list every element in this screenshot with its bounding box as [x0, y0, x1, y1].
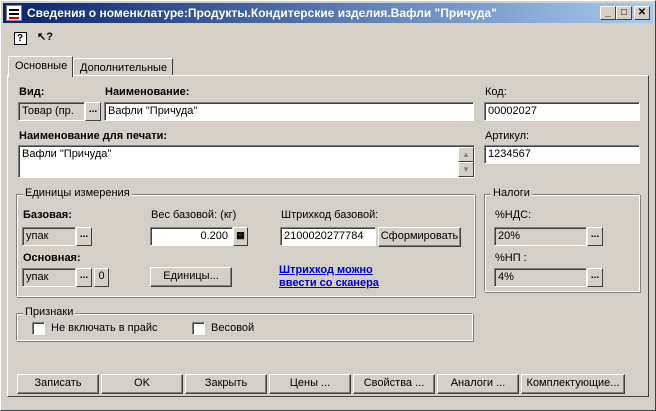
- base-unit-field[interactable]: упак: [22, 227, 76, 246]
- article-input[interactable]: 1234567: [484, 145, 640, 164]
- item-info-window: Сведения о номенклатуре:Продукты.Кондите…: [0, 0, 656, 411]
- weight-input[interactable]: 0.200: [150, 227, 233, 246]
- vid-select-button[interactable]: ...: [85, 102, 101, 121]
- scanner-hint-line1: Штрихкод можно: [279, 264, 373, 276]
- components-button[interactable]: Комплектующие...: [521, 374, 625, 394]
- app-icon: [6, 5, 22, 21]
- tab-main[interactable]: Основные: [8, 56, 73, 77]
- help-icon[interactable]: ?: [11, 29, 29, 47]
- weighted-label: Весовой: [211, 322, 255, 334]
- main-unit-label: Основная:: [23, 252, 81, 264]
- print-name-label: Наименование для печати:: [19, 130, 168, 142]
- np-select-button[interactable]: ...: [587, 268, 603, 287]
- main-unit-select-button[interactable]: ...: [76, 268, 92, 287]
- ok-button[interactable]: OK: [101, 374, 183, 394]
- prices-button[interactable]: Цены ...: [269, 374, 351, 394]
- maximize-button[interactable]: □: [616, 6, 632, 20]
- window-title: Сведения о номенклатуре:Продукты.Кондите…: [27, 6, 497, 20]
- name-input[interactable]: Вафли "Причуда": [104, 102, 474, 121]
- minimize-button[interactable]: _: [600, 6, 616, 20]
- weighted-checkbox[interactable]: [192, 322, 205, 335]
- units-button[interactable]: Единицы...: [150, 267, 232, 287]
- code-label: Код:: [485, 86, 507, 98]
- scroll-up-icon[interactable]: ▲: [458, 147, 474, 162]
- vid-label: Вид:: [19, 86, 45, 98]
- tab-panel-main: Вид: Товар (пр. ... Наименование: Вафли …: [7, 75, 649, 397]
- main-unit-clear-button[interactable]: 0: [94, 268, 109, 287]
- barcode-input[interactable]: 2100020277784: [280, 227, 376, 246]
- print-name-scrollbar[interactable]: ▲ ▼: [458, 147, 474, 177]
- article-label: Артикул:: [485, 130, 530, 142]
- base-unit-select-button[interactable]: ...: [76, 227, 92, 246]
- code-input[interactable]: 00002027: [484, 102, 640, 121]
- vat-select-button[interactable]: ...: [587, 227, 603, 246]
- attributes-group-title: Признаки: [23, 306, 76, 318]
- vid-field[interactable]: Товар (пр.: [18, 102, 85, 121]
- print-name-textarea[interactable]: Вафли "Причуда": [18, 145, 475, 178]
- close-window-button[interactable]: ✕: [634, 6, 650, 20]
- generate-barcode-button[interactable]: Сформировать: [378, 227, 461, 247]
- exclude-pricelist-label: Не включать в прайс: [51, 322, 158, 334]
- scanner-hint-line2: ввести со сканера: [279, 277, 379, 289]
- whats-this-icon[interactable]: ↖?: [34, 29, 56, 47]
- tab-additional[interactable]: Дополнительные: [73, 58, 173, 76]
- scroll-down-icon[interactable]: ▼: [458, 162, 474, 177]
- exclude-pricelist-checkbox[interactable]: [32, 322, 45, 335]
- calculator-icon[interactable]: ▦: [233, 227, 248, 246]
- main-unit-field[interactable]: упак: [22, 268, 76, 287]
- title-bar[interactable]: Сведения о номенклатуре:Продукты.Кондите…: [3, 3, 653, 23]
- vat-label: %НДС:: [495, 209, 532, 221]
- scanner-hint-link[interactable]: Штрихкод можно ввести со сканера: [279, 264, 379, 290]
- np-field[interactable]: 4%: [494, 268, 587, 287]
- weight-label: Вес базовой: (кг): [151, 209, 237, 221]
- units-group-title: Единицы измерения: [23, 187, 132, 199]
- barcode-label: Штрихкод базовой:: [281, 209, 379, 221]
- properties-button[interactable]: Свойства ...: [353, 374, 435, 394]
- save-button[interactable]: Записать: [17, 374, 99, 394]
- close-button[interactable]: Закрыть: [185, 374, 267, 394]
- vat-field[interactable]: 20%: [494, 227, 587, 246]
- name-label: Наименование:: [105, 86, 190, 98]
- analogs-button[interactable]: Аналоги ...: [437, 374, 519, 394]
- base-unit-label: Базовая:: [23, 209, 72, 221]
- taxes-group-title: Налоги: [491, 187, 532, 199]
- np-label: %НП :: [495, 252, 527, 264]
